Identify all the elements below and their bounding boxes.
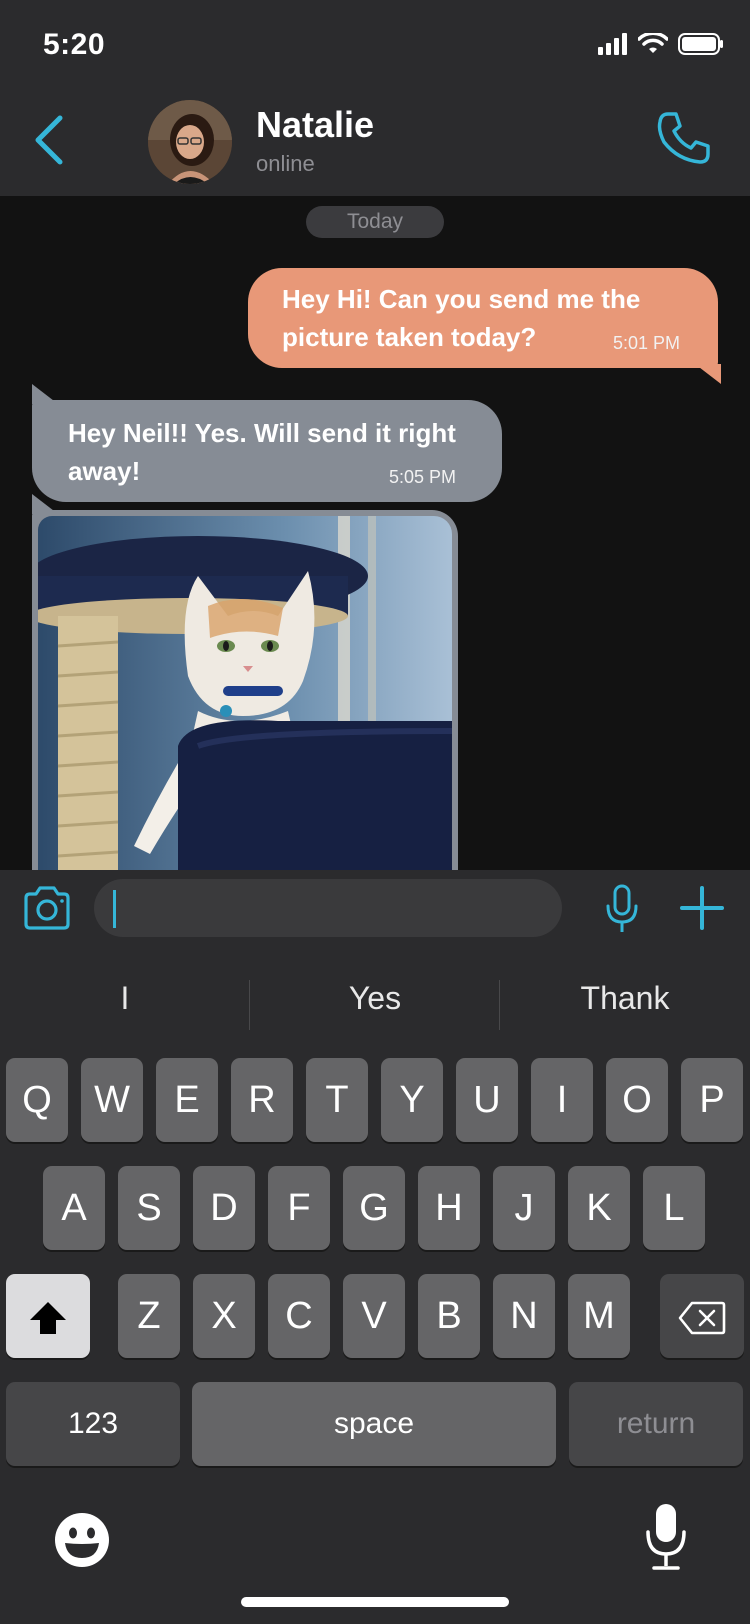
key-h[interactable]: H bbox=[418, 1166, 480, 1250]
key-f[interactable]: F bbox=[268, 1166, 330, 1250]
delete-key[interactable] bbox=[660, 1274, 744, 1358]
key-j[interactable]: J bbox=[493, 1166, 555, 1250]
camera-icon[interactable] bbox=[22, 886, 72, 930]
avatar-image bbox=[148, 100, 232, 184]
home-indicator[interactable] bbox=[241, 1597, 509, 1607]
numbers-key[interactable]: 123 bbox=[6, 1382, 180, 1466]
cellular-signal-icon bbox=[598, 33, 627, 55]
message-composer bbox=[0, 870, 750, 952]
battery-icon bbox=[678, 33, 723, 55]
microphone-icon[interactable] bbox=[604, 884, 640, 934]
predictive-bar: I Yes Thank bbox=[0, 952, 750, 1052]
emoji-icon[interactable] bbox=[54, 1512, 110, 1568]
shift-key[interactable] bbox=[6, 1274, 90, 1358]
key-d[interactable]: D bbox=[193, 1166, 255, 1250]
key-p[interactable]: P bbox=[681, 1058, 743, 1142]
wifi-icon bbox=[638, 33, 668, 53]
message-time: 5:05 PM bbox=[388, 467, 456, 487]
cat-photo-image bbox=[38, 516, 452, 870]
keyboard: I Yes Thank Q W E R T Y U I O P A S D F … bbox=[0, 952, 750, 1624]
status-time: 5:20 bbox=[43, 28, 106, 61]
key-g[interactable]: G bbox=[343, 1166, 405, 1250]
contact-status: online bbox=[256, 151, 315, 176]
shift-icon bbox=[30, 1301, 66, 1334]
space-key[interactable]: space bbox=[192, 1382, 556, 1466]
key-k[interactable]: K bbox=[568, 1166, 630, 1250]
bubble-tail bbox=[695, 364, 721, 384]
text-caret bbox=[113, 890, 116, 928]
avatar[interactable] bbox=[148, 100, 232, 184]
suggestion-3[interactable]: Thank bbox=[500, 980, 750, 1017]
plus-icon[interactable] bbox=[678, 884, 726, 932]
back-chevron-icon[interactable] bbox=[30, 110, 70, 170]
suggestion-1[interactable]: I bbox=[0, 980, 250, 1017]
cat-photo[interactable] bbox=[38, 516, 452, 870]
chat-screen: 5:20 Natalie online Today Hey Hi! Can yo… bbox=[0, 0, 750, 1624]
delete-icon bbox=[678, 1301, 726, 1335]
key-l[interactable]: L bbox=[643, 1166, 705, 1250]
key-r[interactable]: R bbox=[231, 1058, 293, 1142]
message-input[interactable] bbox=[94, 879, 562, 937]
key-w[interactable]: W bbox=[81, 1058, 143, 1142]
contact-name[interactable]: Natalie bbox=[256, 104, 374, 146]
message-text: Hey Hi! Can you send me the picture take… bbox=[282, 284, 641, 352]
dictation-mic-icon[interactable] bbox=[644, 1502, 688, 1572]
message-time: 5:01 PM bbox=[612, 333, 680, 353]
return-key[interactable]: return bbox=[569, 1382, 743, 1466]
incoming-message[interactable]: Hey Neil!! Yes. Will send it right away!… bbox=[32, 384, 502, 502]
key-v[interactable]: V bbox=[343, 1274, 405, 1358]
key-y[interactable]: Y bbox=[381, 1058, 443, 1142]
key-n[interactable]: N bbox=[493, 1274, 555, 1358]
key-e[interactable]: E bbox=[156, 1058, 218, 1142]
incoming-photo-message[interactable] bbox=[32, 494, 458, 870]
date-divider: Today bbox=[306, 206, 444, 238]
status-icons bbox=[598, 33, 724, 55]
key-m[interactable]: M bbox=[568, 1274, 630, 1358]
suggestion-2[interactable]: Yes bbox=[250, 980, 500, 1017]
key-c[interactable]: C bbox=[268, 1274, 330, 1358]
key-x[interactable]: X bbox=[193, 1274, 255, 1358]
key-q[interactable]: Q bbox=[6, 1058, 68, 1142]
key-i[interactable]: I bbox=[531, 1058, 593, 1142]
bubble-tail bbox=[32, 384, 58, 404]
phone-icon[interactable] bbox=[654, 110, 712, 168]
key-z[interactable]: Z bbox=[118, 1274, 180, 1358]
outgoing-message[interactable]: Hey Hi! Can you send me the picture take… bbox=[248, 268, 721, 384]
key-o[interactable]: O bbox=[606, 1058, 668, 1142]
key-s[interactable]: S bbox=[118, 1166, 180, 1250]
key-b[interactable]: B bbox=[418, 1274, 480, 1358]
bubble-tail bbox=[32, 494, 58, 514]
key-t[interactable]: T bbox=[306, 1058, 368, 1142]
message-list[interactable]: Today Hey Hi! Can you send me the pictur… bbox=[0, 196, 750, 870]
header-bar: 5:20 Natalie online bbox=[0, 0, 750, 196]
key-a[interactable]: A bbox=[43, 1166, 105, 1250]
key-u[interactable]: U bbox=[456, 1058, 518, 1142]
